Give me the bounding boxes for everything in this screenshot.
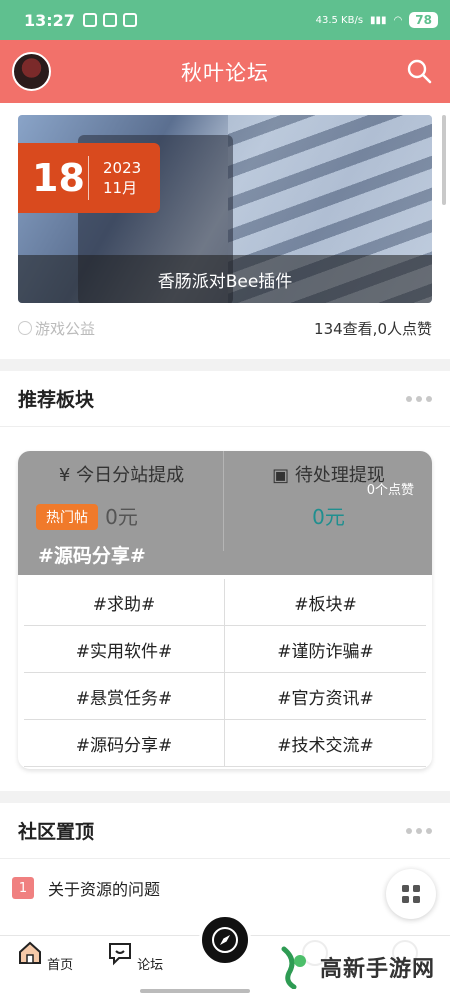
notification-icon [82, 13, 97, 27]
section-divider [0, 359, 450, 371]
topic-tag[interactable]: #官方资讯# [225, 673, 426, 719]
discover-button[interactable] [199, 914, 251, 966]
topic-tag[interactable]: #源码分享# [24, 720, 225, 766]
more-icon[interactable] [406, 395, 432, 402]
featured-banner[interactable]: 18 2023 11月 香肠派对Bee插件 [18, 115, 432, 303]
topic-tag[interactable]: #实用软件# [24, 626, 225, 672]
more-icon[interactable] [406, 827, 432, 834]
clock: 13:27 [24, 10, 75, 30]
topic-grid: #求助# #板块# #实用软件# #谨防诈骗# #悬赏任务# #官方资讯# #源… [24, 579, 426, 767]
section-title: 推荐板块 [18, 389, 95, 411]
system-icons: 43.5 KB/s ▮▮▮ ◠ 78 [316, 12, 438, 28]
notification-icon [122, 13, 137, 27]
watermark-logo-icon [281, 946, 306, 989]
withdraw-value: 0元 [312, 505, 345, 529]
cash-icon: ▣ [272, 465, 290, 486]
pinned-header: 社区置顶 [0, 803, 450, 859]
date-month: 11月 [103, 179, 138, 197]
status-bar: 13:27 43.5 KB/s ▮▮▮ ◠ 78 [0, 0, 450, 40]
tab-label: 首页 [47, 958, 74, 973]
home-icon [18, 941, 41, 964]
post-meta: 游戏公益 134查看,0人点赞 [18, 316, 432, 340]
compass-icon [212, 927, 238, 953]
date-year: 2023 [103, 159, 142, 177]
date-day: 18 [32, 156, 85, 200]
search-icon[interactable] [406, 58, 432, 84]
post-stats: 134查看,0人点赞 [314, 319, 432, 338]
app-header: 秋叶论坛 [0, 40, 450, 103]
rank-badge: 1 [12, 877, 34, 899]
grid-menu-button[interactable] [386, 869, 436, 919]
banner-caption: 香肠派对Bee插件 [18, 255, 432, 303]
tab-forum[interactable]: 论坛 [105, 940, 165, 973]
avatar[interactable] [12, 52, 51, 91]
watermark: 高新手游网 [262, 938, 450, 995]
content-area[interactable]: 18 2023 11月 香肠派对Bee插件 游戏公益 134查看,0人点赞 推荐… [0, 103, 450, 935]
date-badge: 18 2023 11月 [18, 143, 160, 213]
list-item[interactable]: 1 关于资源的问题 [0, 864, 450, 912]
net-speed: 43.5 KB/s [315, 14, 364, 26]
pinned-post-title: 关于资源的问题 [48, 880, 161, 899]
battery-icon: 78 [409, 12, 438, 28]
commission-label: ¥ 今日分站提成 [58, 465, 185, 486]
notification-icons [82, 13, 137, 27]
section-divider [0, 791, 450, 803]
earnings-summary: ¥ 今日分站提成 0元 ▣ 待处理提现 0元 0个点赞 热门帖 #源码分享# [18, 451, 432, 575]
signal-icon: ▮▮▮ [370, 14, 387, 26]
tab-home[interactable]: 首页 [15, 940, 75, 973]
recommend-header: 推荐板块 [0, 371, 450, 427]
recommend-card: ¥ 今日分站提成 0元 ▣ 待处理提现 0元 0个点赞 热门帖 #源码分享# #… [18, 451, 432, 769]
topic-tag[interactable]: #板块# [225, 579, 426, 625]
section-title: 社区置顶 [18, 821, 95, 843]
topic-tag[interactable]: #技术交流# [225, 720, 426, 766]
hot-post-title[interactable]: #源码分享# [38, 541, 146, 568]
wifi-icon: ◠ [393, 14, 403, 26]
scrollbar[interactable] [442, 115, 446, 205]
notification-icon [102, 13, 117, 27]
page-title: 秋叶论坛 [181, 60, 269, 85]
post-category[interactable]: 游戏公益 [18, 318, 95, 339]
hot-badge: 热门帖 [36, 504, 98, 530]
grid-icon [402, 885, 420, 903]
watermark-text: 高新手游网 [320, 956, 436, 982]
topic-tag[interactable]: #悬赏任务# [24, 673, 225, 719]
compass-icon [18, 321, 32, 335]
topic-tag[interactable]: #求助# [24, 579, 225, 625]
home-indicator [140, 989, 250, 993]
topic-tag[interactable]: #谨防诈骗# [225, 626, 426, 672]
chat-icon [108, 943, 131, 966]
tab-label: 论坛 [137, 958, 164, 973]
like-count: 0个点赞 [366, 483, 414, 498]
